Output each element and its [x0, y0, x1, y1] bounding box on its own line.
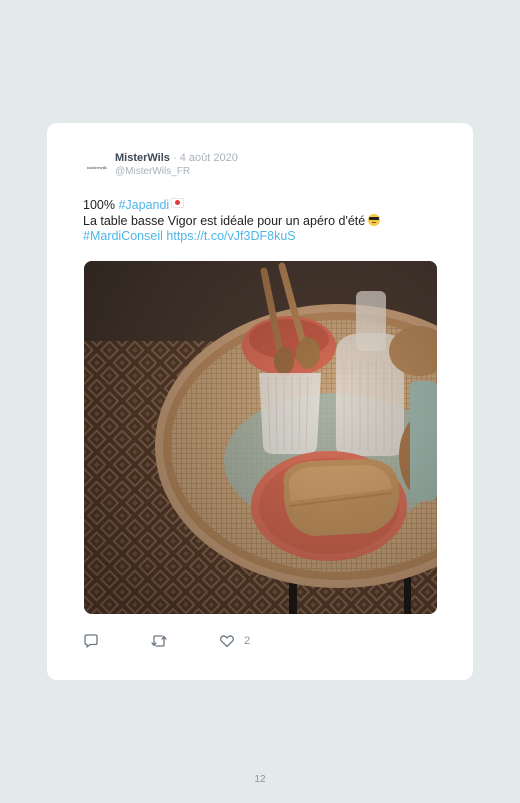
tweet-date[interactable]: 4 août 2020	[180, 152, 238, 164]
user-handle[interactable]: @MisterWils_FR	[115, 166, 190, 177]
japan-flag-icon	[171, 198, 185, 208]
like-button[interactable]: 2	[219, 633, 250, 649]
avatar[interactable]: misterwils	[83, 160, 111, 174]
tweet-text-line-1: 100% #Japandi	[83, 198, 443, 214]
separator: ·	[169, 152, 180, 164]
tweet-actions: 2	[83, 633, 443, 653]
retweet-icon	[150, 633, 168, 649]
like-count: 2	[244, 635, 251, 647]
hashtag-mardiconseil[interactable]: #MardiConseil	[83, 229, 163, 243]
display-name[interactable]: MisterWils	[115, 152, 170, 164]
tweet-text-body: La table basse Vigor est idéale pour un …	[83, 213, 366, 228]
hashtag-japandi[interactable]: #Japandi	[118, 198, 169, 212]
tweet-card: misterwils MisterWils · 4 août 2020 @Mis…	[47, 123, 473, 680]
tweet-text-line-2: La table basse Vigor est idéale pour un …	[83, 213, 443, 230]
tweet-text-percent: 100%	[83, 198, 115, 212]
sunglasses-emoji-icon	[368, 213, 381, 226]
tweet-text: 100% #Japandi La table basse Vigor est i…	[83, 198, 443, 245]
page-number: 12	[254, 774, 266, 785]
retweet-button[interactable]	[150, 633, 168, 649]
name-line: MisterWils · 4 août 2020	[115, 152, 238, 164]
heart-icon	[219, 633, 235, 649]
tweet-link[interactable]: https://t.co/vJf3DF8kuS	[166, 229, 295, 243]
tweet-text-line-3: #MardiConseil https://t.co/vJf3DF8kuS	[83, 229, 443, 245]
reply-icon	[83, 633, 99, 649]
reply-button[interactable]	[83, 633, 99, 649]
tweet-photo[interactable]	[84, 261, 437, 614]
